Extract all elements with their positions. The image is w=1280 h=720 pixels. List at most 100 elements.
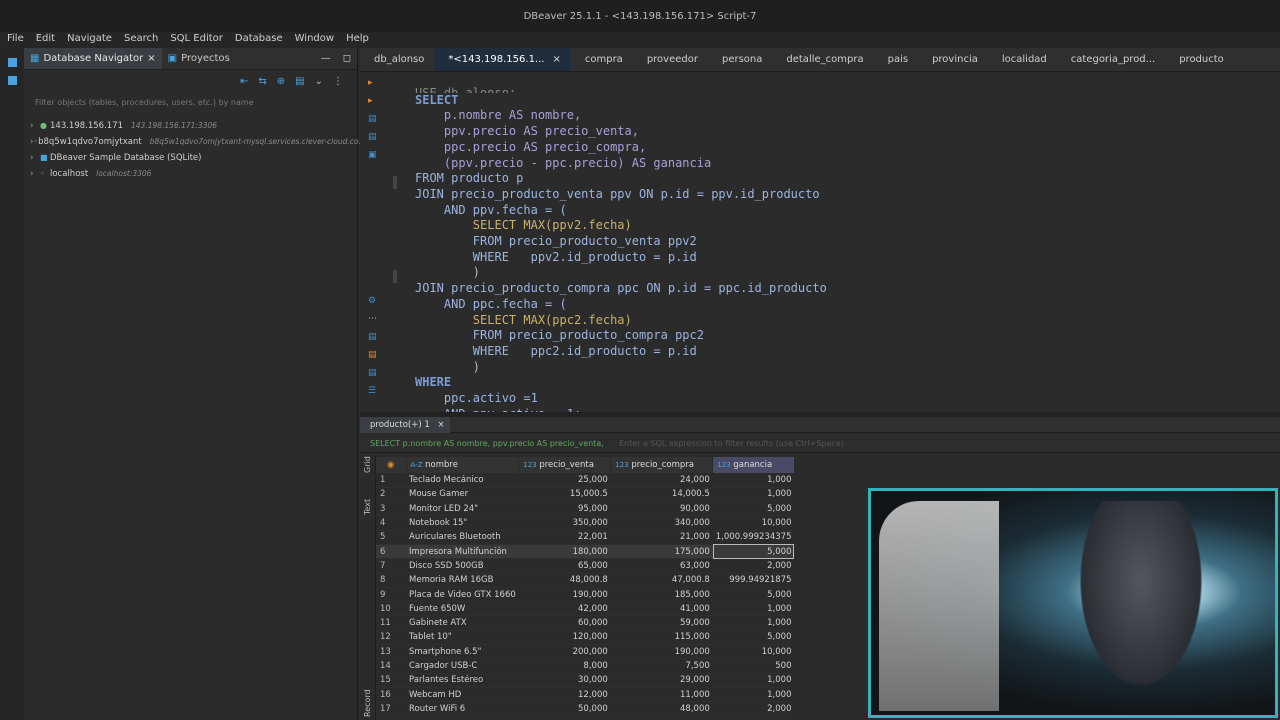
table-row[interactable]: 12 Tablet 10" 120,000 115,000 5,000 <box>376 630 795 646</box>
minimize-icon[interactable]: — <box>315 48 337 69</box>
more-icon[interactable]: ⋮ <box>333 76 343 87</box>
table-row[interactable]: 6 Impresora Multifunción 180,000 175,000 5,0… <box>376 544 795 560</box>
cell-precio-venta[interactable]: 65,000 <box>518 558 611 574</box>
cell-precio-venta[interactable]: 48,000.8 <box>518 573 611 588</box>
cell-nombre[interactable]: Router WiFi 6 <box>406 701 519 717</box>
cell-precio-compra[interactable]: 29,000 <box>610 673 713 688</box>
cell-precio-venta[interactable]: 8,000 <box>518 658 611 674</box>
cell-nombre[interactable]: Mouse Gamer <box>406 487 519 503</box>
cell-precio-compra[interactable]: 7,500 <box>610 658 713 674</box>
cell-ganancia[interactable]: 2,000 <box>712 701 795 717</box>
tab-proyectos[interactable]: ▣ Proyectos <box>162 48 236 69</box>
table-row[interactable]: 8 Memoria RAM 16GB 48,000.8 47,000.8 999.949… <box>376 573 795 588</box>
results-filter-input[interactable]: Enter a SQL expression to filter results… <box>605 439 844 448</box>
cell-precio-compra[interactable]: 48,000 <box>610 701 713 717</box>
cell-precio-venta[interactable]: 60,000 <box>518 615 611 631</box>
text-view-toggle[interactable]: Text <box>363 499 372 515</box>
cell-nombre[interactable]: Parlantes Estéreo <box>406 673 519 688</box>
table-row[interactable]: 1 Teclado Mecánico 25,000 24,000 1,000 <box>376 473 795 488</box>
cell-ganancia[interactable]: 10,000 <box>712 644 795 660</box>
load-icon[interactable]: ▤ <box>368 132 377 142</box>
chevron-right-icon[interactable]: › <box>30 166 40 182</box>
config-icon[interactable]: ▤ <box>295 76 304 87</box>
outline-icon[interactable]: ☰ <box>368 386 376 396</box>
cell-precio-compra[interactable]: 90,000 <box>610 501 713 517</box>
editor-tab[interactable]: categoria_prod... <box>1057 48 1165 71</box>
cell-precio-compra[interactable]: 14,000.5 <box>610 487 713 503</box>
cell-ganancia[interactable]: 1,000 <box>712 673 795 688</box>
editor-tab[interactable]: localidad <box>988 48 1057 71</box>
cell-ganancia[interactable]: 5,000 <box>712 501 795 517</box>
cell-ganancia[interactable]: 5,000 <box>712 544 795 560</box>
table-row[interactable]: 9 Placa de Video GTX 1660 190,000 185,000 5,… <box>376 587 795 603</box>
column-header-ganancia[interactable]: 123 ganancia <box>712 457 795 473</box>
cell-nombre[interactable]: Tablet 10" <box>406 630 519 646</box>
link-icon[interactable]: ⇆ <box>258 76 266 87</box>
table-row[interactable]: 11 Gabinete ATX 60,000 59,000 1,000 <box>376 615 795 631</box>
chevron-down-icon[interactable]: ⌄ <box>315 76 323 87</box>
cell-precio-venta[interactable]: 200,000 <box>518 644 611 660</box>
tab-database-navigator[interactable]: ▦ Database Navigator × <box>24 48 162 69</box>
grid-view-toggle[interactable]: Grid <box>363 456 372 473</box>
editor-tab[interactable]: detalle_compra <box>772 48 873 71</box>
cell-ganancia[interactable]: 10,000 <box>712 515 795 531</box>
cell-precio-compra[interactable]: 11,000 <box>610 687 713 703</box>
tree-node-connection[interactable]: › ■ DBeaver Sample Database (SQLite) <box>24 150 357 166</box>
cell-precio-compra[interactable]: 24,000 <box>610 473 713 488</box>
cell-precio-compra[interactable]: 59,000 <box>610 615 713 631</box>
cell-precio-compra[interactable]: 340,000 <box>610 515 713 531</box>
cell-nombre[interactable]: Gabinete ATX <box>406 615 519 631</box>
explain-icon[interactable]: ▤ <box>368 114 377 124</box>
cell-precio-venta[interactable]: 120,000 <box>518 630 611 646</box>
cell-nombre[interactable]: Placa de Video GTX 1660 <box>406 587 519 603</box>
execute-icon[interactable]: ▸ <box>368 78 373 88</box>
cell-ganancia[interactable]: 1,000 <box>712 487 795 503</box>
editor-tab[interactable]: proveedor <box>633 48 708 71</box>
cell-nombre[interactable]: Disco SSD 500GB <box>406 558 519 574</box>
format-icon[interactable]: ▤ <box>368 368 377 378</box>
column-header-precio-venta[interactable]: 123 precio_venta <box>518 457 612 473</box>
cell-precio-venta[interactable]: 42,000 <box>518 601 611 617</box>
table-row[interactable]: 3 Monitor LED 24" 95,000 90,000 5,000 <box>376 501 795 517</box>
maximize-icon[interactable]: ◻ <box>337 48 357 69</box>
project-icon[interactable] <box>8 76 17 85</box>
column-header-nombre[interactable]: A-Z nombre <box>406 457 520 473</box>
menu-file[interactable]: File <box>0 32 29 48</box>
cell-ganancia[interactable]: 1,000 <box>712 473 795 488</box>
editor-tab[interactable]: db_alonso <box>360 48 434 71</box>
tree-node-connection[interactable]: › ◦ localhost localhost:3306 <box>24 166 357 182</box>
cell-nombre[interactable]: Notebook 15" <box>406 515 519 531</box>
editor-tab-active[interactable]: *<143.198.156.1... × <box>434 48 571 71</box>
new-connection-icon[interactable]: ⊕ <box>277 76 285 87</box>
cell-ganancia[interactable]: 1,000 <box>712 615 795 631</box>
history-icon[interactable]: ▤ <box>368 350 377 360</box>
cell-precio-compra[interactable]: 21,000 <box>610 530 713 545</box>
cell-precio-compra[interactable]: 63,000 <box>610 558 713 574</box>
cell-precio-compra[interactable]: 115,000 <box>610 630 713 646</box>
table-row[interactable]: 10 Fuente 650W 42,000 41,000 1,000 <box>376 601 795 617</box>
cell-ganancia[interactable]: 5,000 <box>712 587 795 603</box>
folder-icon[interactable]: ▣ <box>368 150 377 160</box>
cell-nombre[interactable]: Fuente 650W <box>406 601 519 617</box>
cell-nombre[interactable]: Auriculares Bluetooth <box>406 530 519 545</box>
cell-precio-compra[interactable]: 175,000 <box>610 544 713 560</box>
table-row[interactable]: 16 Webcam HD 12,000 11,000 1,000 <box>376 687 795 703</box>
chevron-right-icon[interactable]: › <box>30 150 40 166</box>
settings-icon[interactable]: ⚙ <box>368 296 376 306</box>
cell-precio-venta[interactable]: 190,000 <box>518 587 611 603</box>
chevron-right-icon[interactable]: › <box>30 118 40 134</box>
navigator-icon[interactable] <box>8 58 17 67</box>
cell-precio-venta[interactable]: 22,001 <box>518 530 611 545</box>
cell-ganancia[interactable]: 1,000.999234375 <box>712 530 795 545</box>
cell-nombre[interactable]: Teclado Mecánico <box>406 473 519 488</box>
menu-help[interactable]: Help <box>339 32 374 48</box>
cell-precio-venta[interactable]: 180,000 <box>518 544 611 560</box>
results-tab[interactable]: producto(+) 1 × <box>360 416 450 433</box>
table-row[interactable]: 4 Notebook 15" 350,000 340,000 10,000 <box>376 515 795 531</box>
tree-node-connection[interactable]: › ● 143.198.156.171 143.198.156.171:3306 <box>24 118 357 134</box>
cell-nombre[interactable]: Monitor LED 24" <box>406 501 519 517</box>
column-header-precio-compra[interactable]: 123 precio_compra <box>610 457 714 473</box>
editor-tab[interactable]: compra <box>571 48 633 71</box>
cell-precio-compra[interactable]: 185,000 <box>610 587 713 603</box>
cell-ganancia[interactable]: 2,000 <box>712 558 795 574</box>
